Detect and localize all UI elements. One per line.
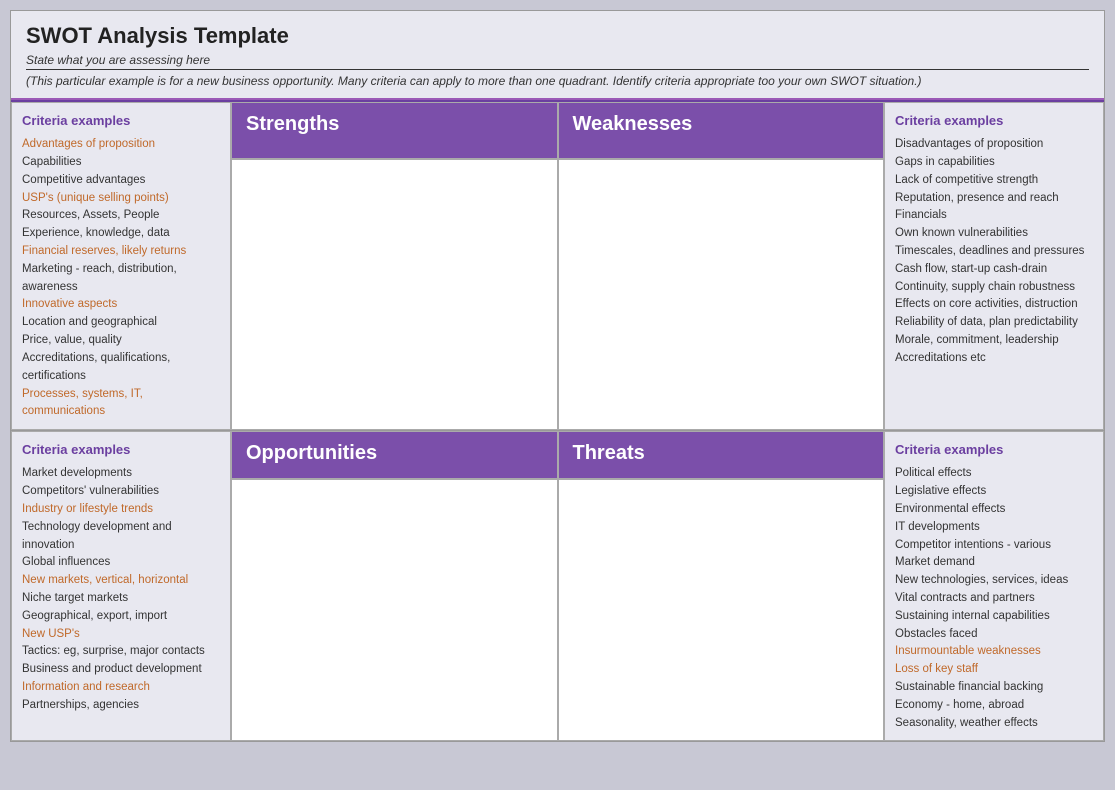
list-item: New technologies, services, ideas: [895, 572, 1093, 590]
list-item: Gaps in capabilities: [895, 154, 1093, 172]
list-item: Morale, commitment, leadership: [895, 332, 1093, 350]
list-item: Effects on core activities, distruction: [895, 296, 1093, 314]
top-right-criteria: Criteria examples Disadvantages of propo…: [884, 102, 1104, 430]
description: (This particular example is for a new bu…: [26, 74, 1089, 88]
weaknesses-content[interactable]: [558, 159, 885, 431]
opportunities-content[interactable]: [231, 479, 558, 742]
bot-left-criteria: Criteria examples Market developmentsCom…: [11, 431, 231, 741]
list-item: Lack of competitive strength: [895, 172, 1093, 190]
list-item: Geographical, export, import: [22, 608, 220, 626]
top-left-criteria-items: Advantages of propositionCapabilitiesCom…: [22, 136, 220, 421]
page-title: SWOT Analysis Template: [26, 23, 1089, 49]
list-item: New markets, vertical, horizontal: [22, 572, 220, 590]
bot-right-criteria: Criteria examples Political effectsLegis…: [884, 431, 1104, 741]
list-item: Accreditations, qualifications, certific…: [22, 350, 220, 386]
strengths-content[interactable]: [231, 159, 558, 431]
subtitle: State what you are assessing here: [26, 53, 1089, 70]
top-left-criteria-title: Criteria examples: [22, 111, 220, 131]
list-item: Capabilities: [22, 154, 220, 172]
list-item: Processes, systems, IT, communications: [22, 386, 220, 422]
list-item: Niche target markets: [22, 590, 220, 608]
weaknesses-header: Weaknesses: [558, 102, 885, 159]
list-item: Economy - home, abroad: [895, 697, 1093, 715]
list-item: Global influences: [22, 554, 220, 572]
list-item: Obstacles faced: [895, 626, 1093, 644]
swot-container: SWOT Analysis Template State what you ar…: [10, 10, 1105, 742]
list-item: Competitors' vulnerabilities: [22, 483, 220, 501]
strengths-header: Strengths: [231, 102, 558, 159]
top-right-criteria-title: Criteria examples: [895, 111, 1093, 131]
list-item: Vital contracts and partners: [895, 590, 1093, 608]
list-item: Insurmountable weaknesses: [895, 643, 1093, 661]
list-item: Reputation, presence and reach: [895, 190, 1093, 208]
bot-left-criteria-title: Criteria examples: [22, 440, 220, 460]
list-item: Tactics: eg, surprise, major contacts: [22, 643, 220, 661]
threats-header: Threats: [558, 431, 885, 479]
list-item: Marketing - reach, distribution, awarene…: [22, 261, 220, 297]
list-item: Financials: [895, 207, 1093, 225]
bot-left-criteria-items: Market developmentsCompetitors' vulnerab…: [22, 465, 220, 714]
list-item: Market developments: [22, 465, 220, 483]
top-left-criteria: Criteria examples Advantages of proposit…: [11, 102, 231, 430]
list-item: Sustainable financial backing: [895, 679, 1093, 697]
list-item: Location and geographical: [22, 314, 220, 332]
list-item: Political effects: [895, 465, 1093, 483]
top-right-criteria-items: Disadvantages of propositionGaps in capa…: [895, 136, 1093, 368]
list-item: Price, value, quality: [22, 332, 220, 350]
list-item: Reliability of data, plan predictability: [895, 314, 1093, 332]
list-item: Continuity, supply chain robustness: [895, 279, 1093, 297]
bot-right-criteria-title: Criteria examples: [895, 440, 1093, 460]
list-item: Market demand: [895, 554, 1093, 572]
list-item: Accreditations etc: [895, 350, 1093, 368]
list-item: Innovative aspects: [22, 296, 220, 314]
list-item: Experience, knowledge, data: [22, 225, 220, 243]
list-item: Seasonality, weather effects: [895, 715, 1093, 733]
list-item: Competitor intentions - various: [895, 537, 1093, 555]
list-item: Loss of key staff: [895, 661, 1093, 679]
list-item: Industry or lifestyle trends: [22, 501, 220, 519]
list-item: Advantages of proposition: [22, 136, 220, 154]
list-item: Business and product development: [22, 661, 220, 679]
list-item: USP's (unique selling points): [22, 190, 220, 208]
list-item: Sustaining internal capabilities: [895, 608, 1093, 626]
opportunities-header: Opportunities: [231, 431, 558, 479]
list-item: Information and research: [22, 679, 220, 697]
list-item: Own known vulnerabilities: [895, 225, 1093, 243]
list-item: Partnerships, agencies: [22, 697, 220, 715]
list-item: Environmental effects: [895, 501, 1093, 519]
list-item: Legislative effects: [895, 483, 1093, 501]
bot-right-criteria-items: Political effectsLegislative effectsEnvi…: [895, 465, 1093, 732]
list-item: Resources, Assets, People: [22, 207, 220, 225]
threats-content[interactable]: [558, 479, 885, 742]
list-item: Disadvantages of proposition: [895, 136, 1093, 154]
list-item: Timescales, deadlines and pressures: [895, 243, 1093, 261]
list-item: Competitive advantages: [22, 172, 220, 190]
list-item: Technology development and innovation: [22, 519, 220, 555]
list-item: Financial reserves, likely returns: [22, 243, 220, 261]
list-item: Cash flow, start-up cash-drain: [895, 261, 1093, 279]
list-item: IT developments: [895, 519, 1093, 537]
list-item: New USP's: [22, 626, 220, 644]
header-section: SWOT Analysis Template State what you ar…: [11, 11, 1104, 100]
